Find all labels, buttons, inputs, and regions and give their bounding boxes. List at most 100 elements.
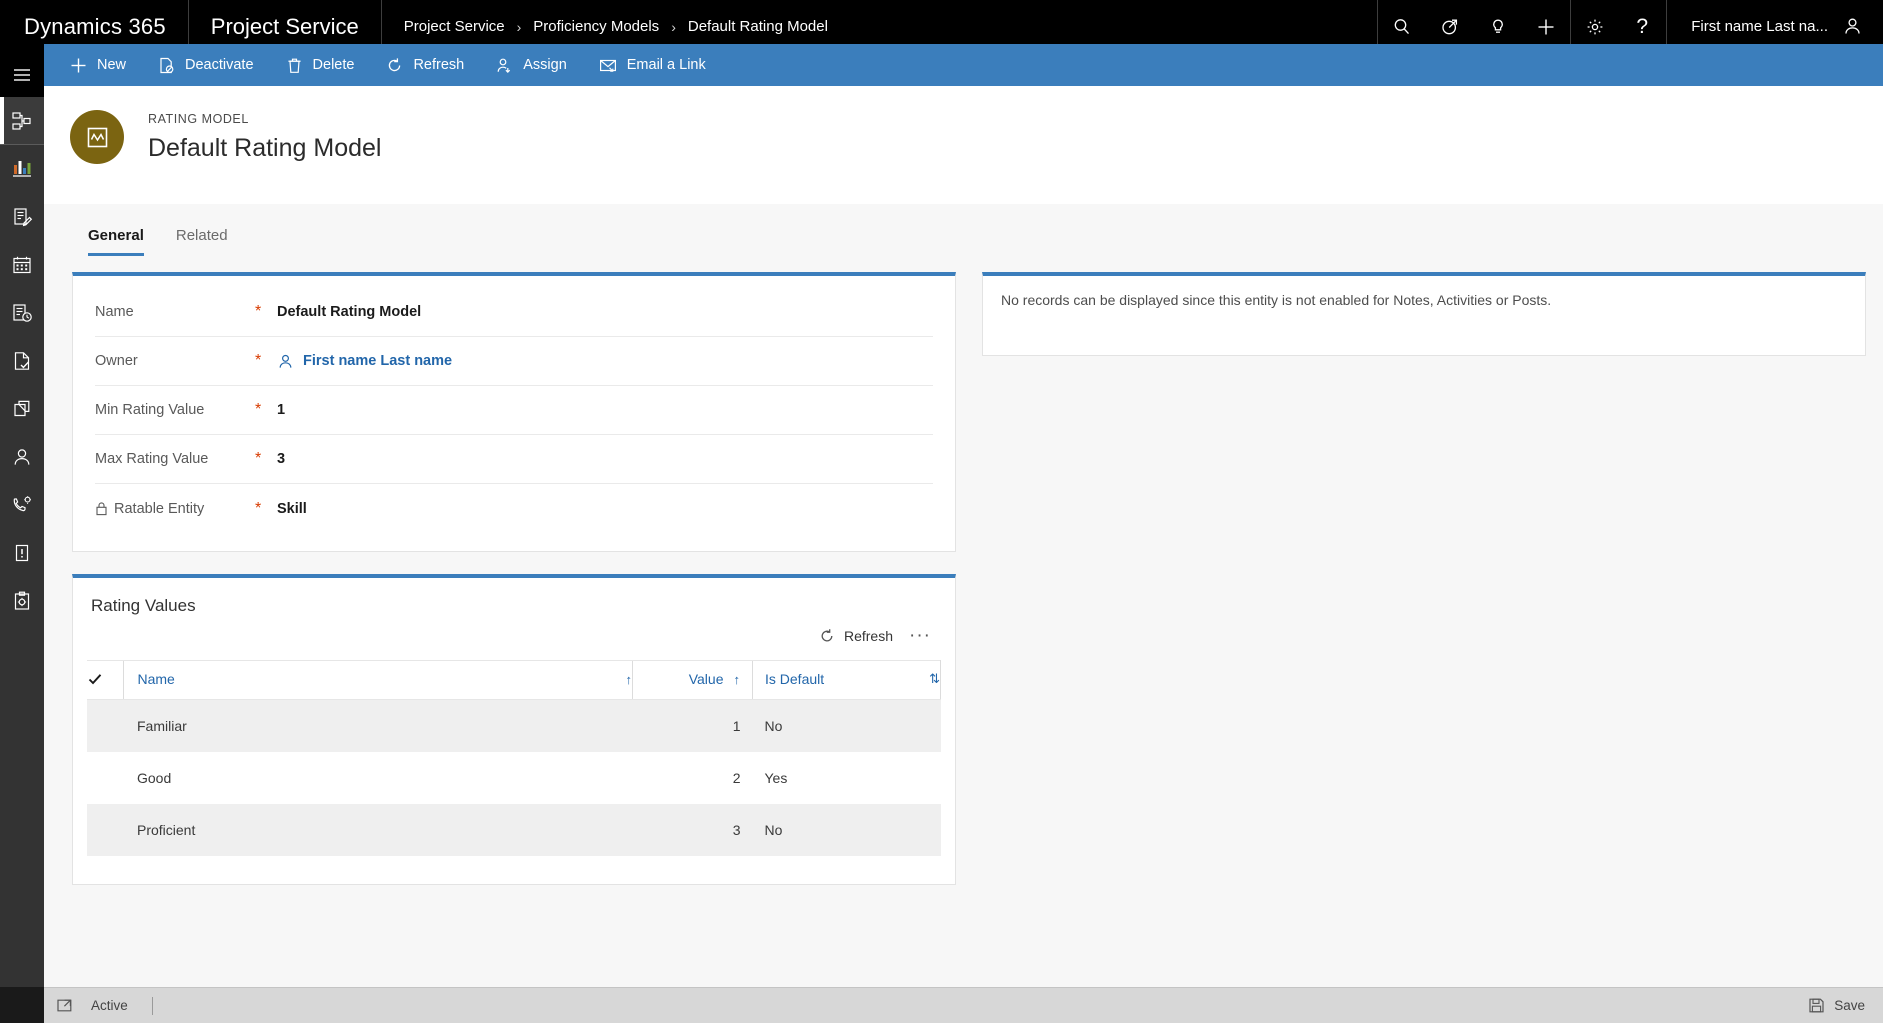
- rail-item-calendar[interactable]: [0, 241, 44, 289]
- required-indicator: *: [255, 352, 262, 369]
- row-select-checkbox[interactable]: [87, 700, 123, 752]
- column-header-value[interactable]: Value ↑: [632, 660, 753, 700]
- field-value-min-rating-value[interactable]: 1: [277, 402, 285, 418]
- email-a-link-button-label: Email a Link: [626, 57, 706, 73]
- edit-document-icon: [11, 206, 33, 228]
- column-header-is-default-label: Is Default: [765, 671, 825, 687]
- field-value-owner[interactable]: First name Last name: [277, 353, 452, 370]
- rail-item-alert-note[interactable]: [0, 529, 44, 577]
- delete-button[interactable]: Delete: [270, 44, 371, 86]
- table-header-row: Name ↑ Value ↑ Is Default ⇅: [87, 660, 941, 700]
- subgrid-refresh-button[interactable]: Refresh: [819, 628, 893, 644]
- deactivate-icon: [158, 57, 175, 74]
- entity-type-label: RATING MODEL: [148, 112, 249, 126]
- subgrid-refresh-label: Refresh: [843, 628, 894, 644]
- save-button[interactable]: Save: [1808, 997, 1865, 1014]
- table-body: Familiar 1 No Good 2 Yes Proficient 3 No: [87, 699, 941, 856]
- approval-document-icon: [11, 350, 33, 372]
- deactivate-button[interactable]: Deactivate: [142, 44, 270, 86]
- rating-values-table: Name ↑ Value ↑ Is Default ⇅ Familiar 1 N…: [87, 660, 941, 856]
- table-row[interactable]: Familiar 1 No: [87, 699, 941, 752]
- rating-values-subgrid-card: Rating Values Refresh ··· Name ↑ Value ↑…: [72, 574, 956, 885]
- table-row[interactable]: Good 2 Yes: [87, 752, 941, 804]
- cell-name[interactable]: Good: [123, 752, 633, 804]
- field-label-name: Name: [95, 304, 134, 320]
- save-disk-icon: [1808, 997, 1825, 1014]
- rail-item-service-call[interactable]: [0, 481, 44, 529]
- calendar-icon: [11, 254, 33, 276]
- field-value-max-rating-value[interactable]: 3: [277, 451, 285, 467]
- status-bar: Active Save: [44, 987, 1883, 1023]
- sort-both-icon: ⇅: [929, 671, 940, 686]
- status-bar-left: Active: [56, 996, 153, 1015]
- status-bar-corner: [0, 987, 44, 1023]
- subgrid-toolbar: Refresh ···: [73, 616, 955, 660]
- rail-item-expense[interactable]: [0, 385, 44, 433]
- row-select-checkbox[interactable]: [87, 752, 123, 804]
- chevron-right-icon: ›: [671, 18, 676, 35]
- cell-name[interactable]: Familiar: [123, 700, 633, 752]
- assign-button[interactable]: Assign: [480, 44, 583, 86]
- clipboard-settings-icon: [11, 590, 33, 612]
- table-header: Name ↑ Value ↑ Is Default ⇅: [87, 660, 941, 700]
- cell-is-default: Yes: [764, 769, 788, 786]
- rail-item-contact[interactable]: [0, 433, 44, 481]
- status-divider: [151, 996, 153, 1015]
- cell-is-default: No: [764, 717, 783, 734]
- form-body: Name * Default Rating Model Owner * Firs…: [44, 256, 1883, 1001]
- new-button[interactable]: New: [54, 44, 142, 86]
- main-content: RATING MODEL Default Rating Model Genera…: [44, 86, 1883, 1001]
- notes-empty-message: No records can be displayed since this e…: [1001, 292, 1552, 308]
- rail-item-clipboard-settings[interactable]: [0, 577, 44, 625]
- assign-person-icon: [496, 57, 513, 74]
- subgrid-more-commands-button[interactable]: ···: [909, 625, 931, 647]
- required-indicator: *: [255, 450, 262, 467]
- breadcrumb-item-1[interactable]: Proficiency Models: [533, 18, 659, 35]
- cell-value: 1: [732, 717, 741, 734]
- select-all-checkbox[interactable]: [87, 660, 123, 700]
- field-row-name: Name * Default Rating Model: [95, 288, 933, 337]
- rail-item-approval[interactable]: [0, 337, 44, 385]
- required-indicator: *: [255, 499, 262, 517]
- table-row[interactable]: Proficient 3 No: [87, 803, 941, 856]
- service-call-icon: [11, 494, 33, 516]
- avatar: [1842, 16, 1863, 37]
- column-header-name-label: Name: [137, 671, 175, 687]
- tab-general[interactable]: General: [72, 227, 160, 256]
- field-label-max-rating-value: Max Rating Value: [95, 451, 209, 467]
- hamburger-menu-icon[interactable]: [0, 53, 44, 97]
- column-header-name[interactable]: Name ↑: [122, 660, 633, 700]
- field-row-ratable-entity: Ratable Entity * Skill: [95, 484, 933, 533]
- rail-item-edit-document[interactable]: [0, 193, 44, 241]
- breadcrumb-item-0[interactable]: Project Service: [404, 18, 505, 35]
- deactivate-button-label: Deactivate: [185, 57, 254, 73]
- cell-name[interactable]: Proficient: [123, 804, 633, 856]
- refresh-button[interactable]: Refresh: [370, 44, 480, 86]
- field-value-ratable-entity: Skill: [277, 500, 307, 517]
- record-header-text: RATING MODEL Default Rating Model: [148, 110, 381, 163]
- field-value-name[interactable]: Default Rating Model: [277, 304, 421, 320]
- assign-button-label: Assign: [523, 57, 567, 73]
- breadcrumb-item-2[interactable]: Default Rating Model: [688, 18, 828, 35]
- command-bar: New Deactivate Delete Refresh Assign Ema…: [44, 44, 1883, 86]
- row-select-checkbox[interactable]: [87, 804, 123, 856]
- owner-name-link[interactable]: First name Last name: [303, 353, 452, 369]
- column-header-is-default[interactable]: Is Default ⇅: [752, 660, 941, 700]
- sitemap-icon: [11, 110, 33, 132]
- cell-value: 2: [732, 769, 741, 786]
- email-a-link-button[interactable]: Email a Link: [583, 44, 722, 86]
- tab-related[interactable]: Related: [160, 227, 244, 256]
- refresh-button-label: Refresh: [413, 57, 465, 73]
- rail-item-sitemap[interactable]: [0, 97, 44, 145]
- user-name-label: First name Last na...: [1691, 18, 1828, 35]
- popout-icon[interactable]: [56, 997, 73, 1014]
- field-label-owner: Owner: [95, 353, 138, 369]
- record-avatar: [70, 110, 124, 164]
- cell-value: 3: [732, 821, 741, 838]
- rail-item-dashboard[interactable]: [0, 145, 44, 193]
- sort-ascending-icon: ↑: [733, 671, 741, 687]
- rail-item-time-entry[interactable]: [0, 289, 44, 337]
- save-button-label: Save: [1834, 998, 1865, 1013]
- rating-model-icon: [85, 125, 110, 150]
- field-row-min-rating-value: Min Rating Value * 1: [95, 386, 933, 435]
